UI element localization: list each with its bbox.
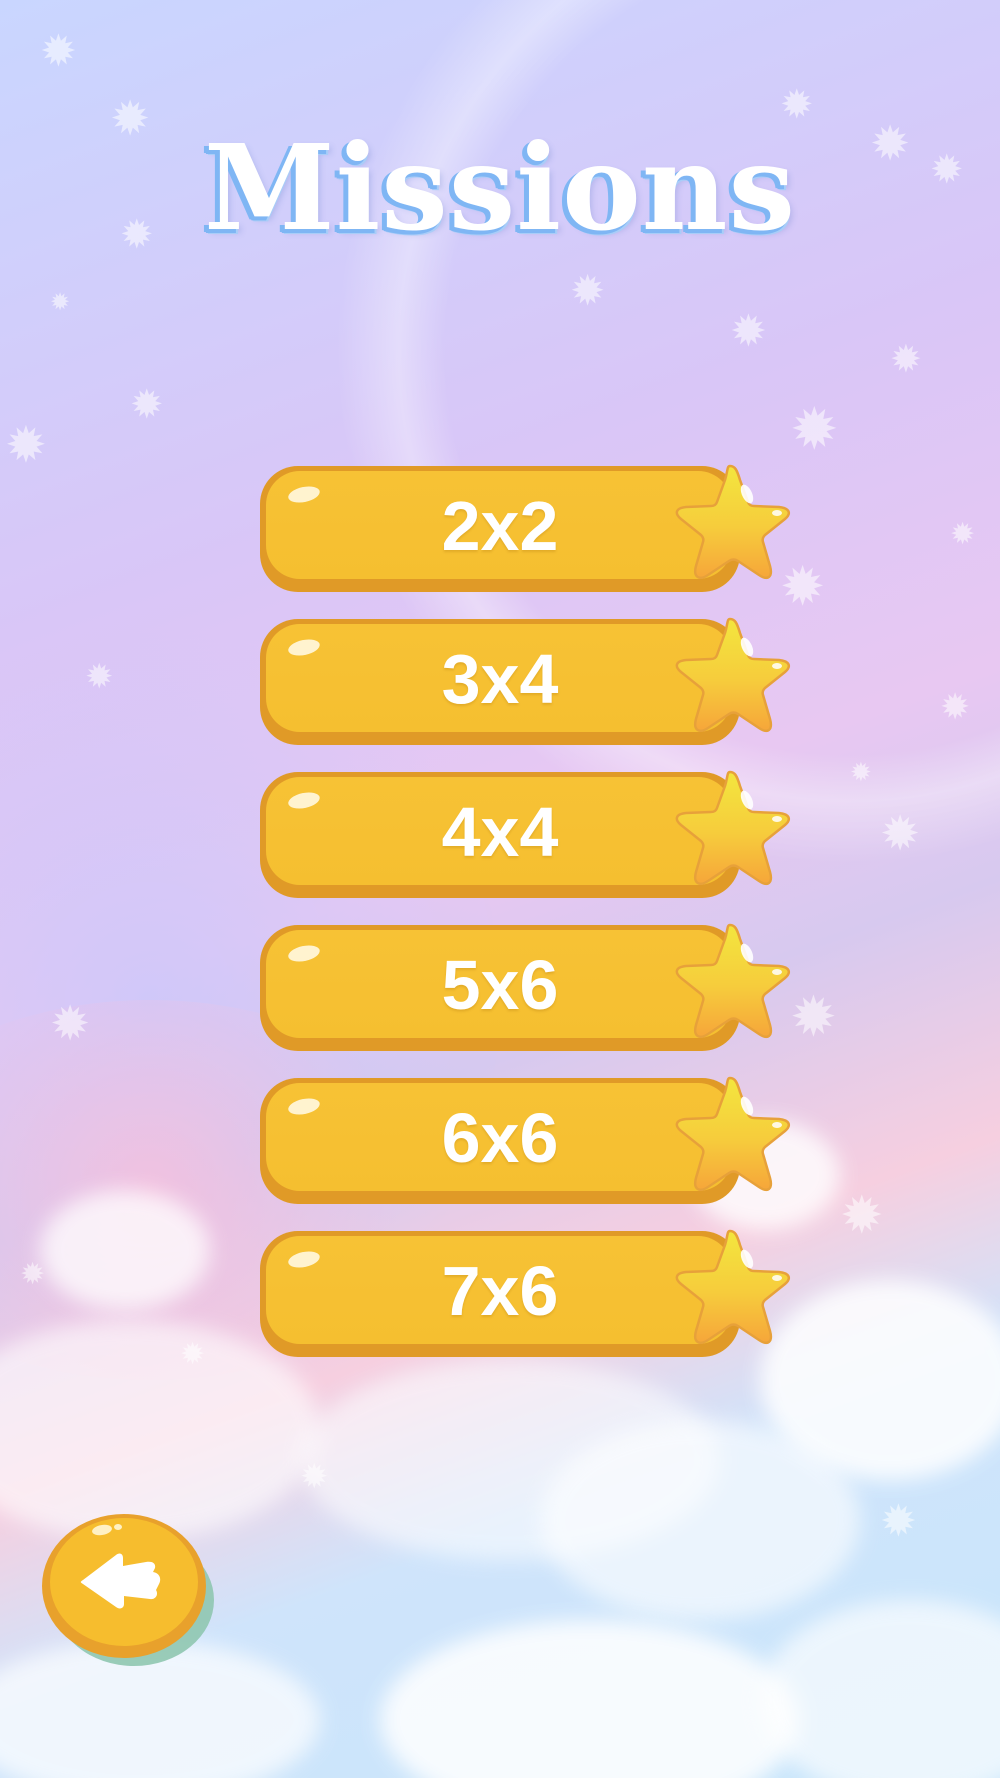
mission-button-7x6[interactable]: 7x6 <box>260 1229 800 1357</box>
snowflake-icon: ✹ <box>850 758 872 788</box>
snowflake-icon: ✹ <box>940 687 971 728</box>
mission-button-5x6[interactable]: 5x6 <box>260 923 800 1051</box>
snowflake-icon: ✹ <box>85 657 114 697</box>
snowflake-icon: ✹ <box>20 1257 46 1292</box>
star-icon <box>675 617 791 733</box>
star-icon <box>675 1229 791 1345</box>
snowflake-icon: ✹ <box>880 1496 917 1547</box>
star-icon <box>675 770 791 886</box>
snowflake-icon: ✹ <box>50 996 91 1052</box>
snowflake-icon: ✹ <box>300 1457 329 1497</box>
snowflake-icon: ✹ <box>890 337 922 381</box>
snowflake-icon: ✹ <box>180 1337 206 1372</box>
snowflake-icon: ✹ <box>5 416 47 474</box>
star-icon <box>675 464 791 580</box>
mission-button-3x4[interactable]: 3x4 <box>260 617 800 745</box>
snowflake-icon: ✹ <box>880 806 921 862</box>
star-icon <box>675 923 791 1039</box>
mission-button-4x4[interactable]: 4x4 <box>260 770 800 898</box>
back-button[interactable] <box>38 1500 218 1674</box>
snowflake-icon: ✹ <box>950 517 976 552</box>
star-icon <box>675 1076 791 1192</box>
snowflake-icon: ✹ <box>50 288 71 316</box>
snowflake-icon: ✹ <box>570 266 606 315</box>
page-title: Missions <box>203 118 797 257</box>
snowflake-icon: ✹ <box>130 382 164 428</box>
cloud <box>40 1190 210 1310</box>
snowflake-icon: ✹ <box>730 306 767 357</box>
cloud <box>540 1420 860 1620</box>
snowflake-icon: ✹ <box>790 395 839 463</box>
cloud <box>380 1620 800 1778</box>
cloud <box>760 1600 1000 1778</box>
mission-list: 2x2 3x4 4x4 5x6 6x6 7x6 <box>260 464 800 1384</box>
mission-button-2x2[interactable]: 2x2 <box>260 464 800 592</box>
mission-button-6x6[interactable]: 6x6 <box>260 1076 800 1204</box>
snowflake-icon: ✹ <box>40 26 77 77</box>
snowflake-icon: ✹ <box>840 1186 884 1246</box>
